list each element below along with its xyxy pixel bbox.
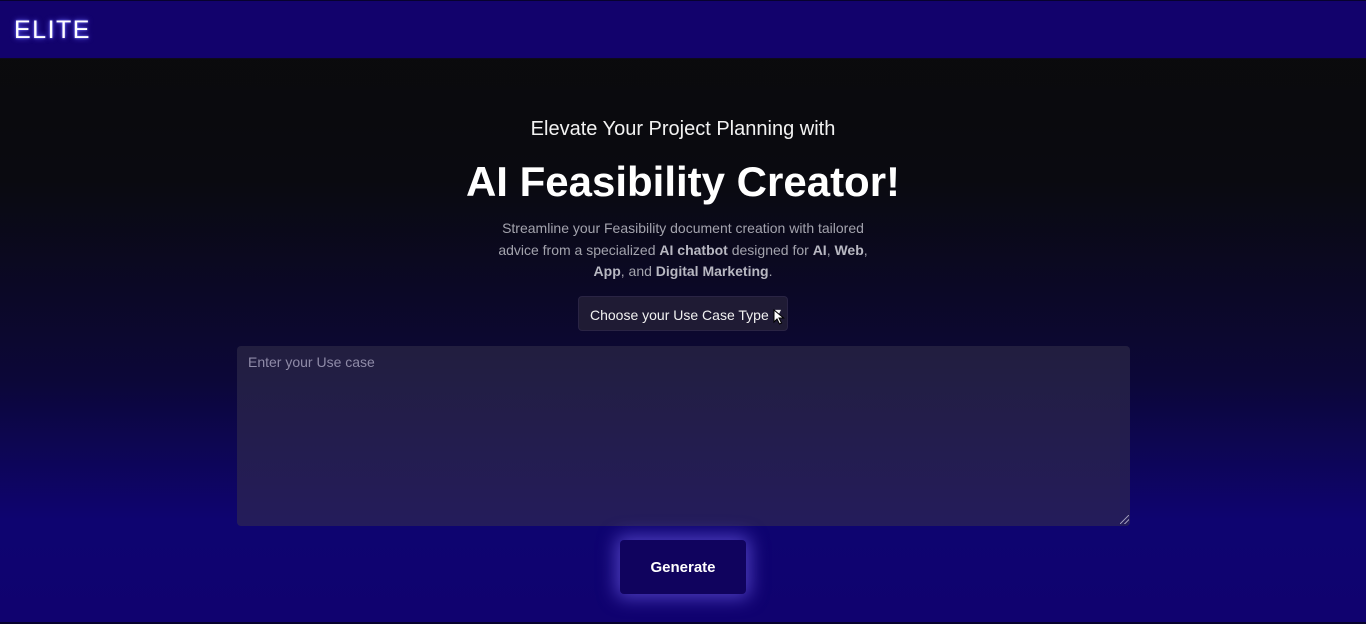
resize-grip-icon[interactable] <box>1120 515 1129 524</box>
description-bold-digital-marketing: Digital Marketing <box>655 263 769 279</box>
description-text: . <box>768 263 773 279</box>
top-navbar: ELITE <box>0 0 1366 59</box>
use-case-type-select[interactable]: Choose your Use Case Type ▾ <box>578 296 788 331</box>
use-case-textarea[interactable] <box>237 346 1130 526</box>
description-text: designed for <box>727 241 813 258</box>
description-bold-web: Web <box>834 241 864 258</box>
generate-button[interactable]: Generate <box>620 540 746 594</box>
description-text: , and <box>620 263 656 279</box>
brand-logo[interactable]: ELITE <box>14 16 91 45</box>
hero-tagline: Elevate Your Project Planning with <box>530 118 836 140</box>
mouse-cursor-icon <box>773 309 785 325</box>
page-title: AI Feasibility Creator! <box>465 158 901 205</box>
description-bold-ai-chatbot: AI chatbot <box>659 241 728 258</box>
hero-description: Streamline your Feasibility document cre… <box>483 218 883 283</box>
description-bold-ai: AI <box>812 241 827 258</box>
use-case-type-label: Choose your Use Case Type <box>590 307 769 323</box>
description-bold-app: App <box>593 263 621 279</box>
description-text: , <box>863 241 868 258</box>
